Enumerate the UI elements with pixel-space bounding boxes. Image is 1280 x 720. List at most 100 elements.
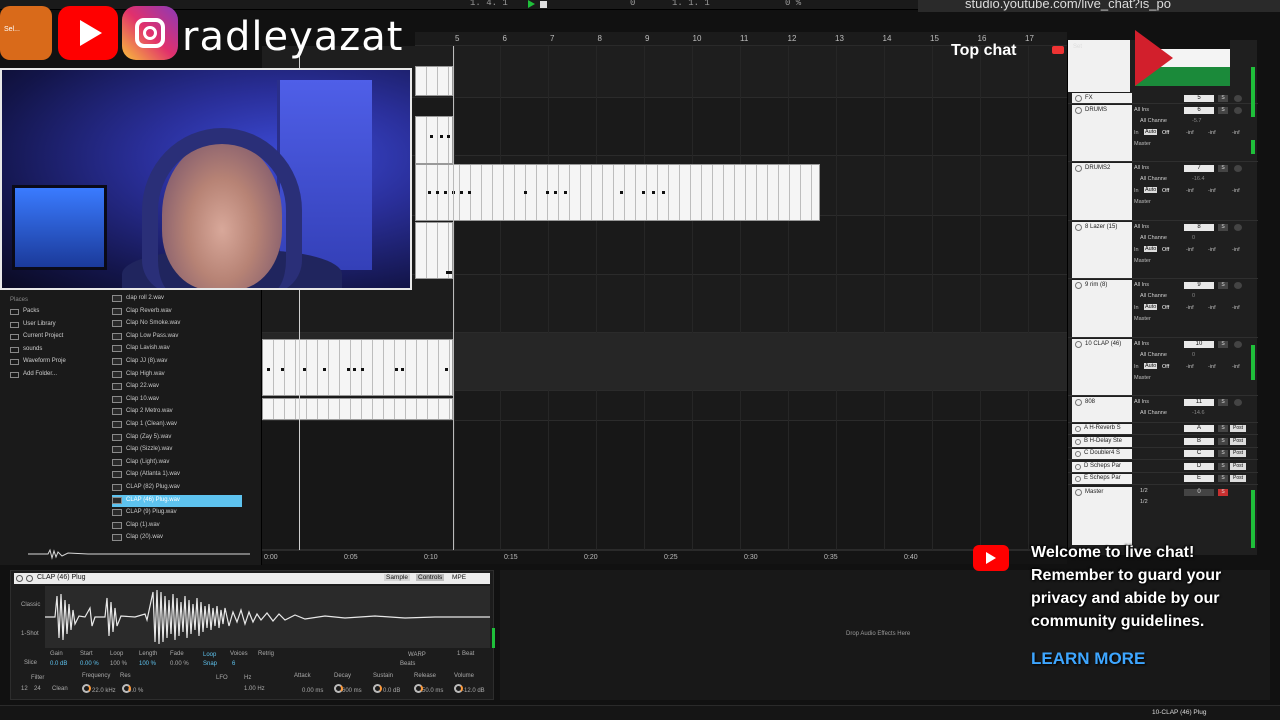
track-fold-icon[interactable] [1075, 451, 1081, 457]
track-fold-icon[interactable] [1075, 399, 1082, 406]
knob-icon[interactable] [414, 684, 423, 693]
voices-value[interactable]: 6 [232, 661, 235, 667]
mixer-track-row[interactable]: DRUMS2 7 S All Ins All Channe -16.4 In Auto Off -… [1068, 162, 1258, 221]
solo-button[interactable]: S [1218, 282, 1228, 289]
track-volume[interactable]: -14.6 [1192, 410, 1205, 416]
track-number[interactable]: 6 [1184, 107, 1214, 114]
loop-end-marker[interactable] [453, 46, 454, 550]
beat-value[interactable]: 1 Beat [457, 651, 474, 657]
solo-button[interactable]: S [1218, 224, 1228, 231]
track-fold-icon[interactable] [1075, 224, 1082, 231]
loop-value[interactable]: 100 % [110, 661, 127, 667]
solo-button[interactable]: S [1218, 399, 1228, 406]
knob-icon[interactable] [82, 684, 91, 693]
file-item[interactable]: CLAP (9) Plug.wav [112, 507, 242, 519]
return-letter[interactable]: D [1184, 462, 1214, 470]
mode-selector[interactable]: Classic [21, 602, 40, 608]
midi-clip-long[interactable] [415, 164, 820, 221]
track-number[interactable]: 5 [1184, 95, 1214, 102]
attack-value[interactable]: 0.00 ms [302, 688, 323, 694]
chat-menu-icon[interactable] [1052, 46, 1064, 54]
mixer-track-row[interactable]: 10 CLAP (46) 10 S All Ins All Channe 0 In Auto O… [1068, 338, 1258, 396]
monitor-auto[interactable]: Auto [1144, 187, 1158, 193]
return-track-row[interactable]: C Doubler4 S C S Post [1068, 448, 1258, 460]
gain-value[interactable]: 0.0 dB [50, 661, 67, 667]
file-item[interactable]: Clap 2 Metro.wav [112, 406, 242, 418]
file-item[interactable]: CLAP (82) Plug.wav [112, 482, 242, 494]
file-item[interactable]: Clap (20).wav [112, 532, 242, 544]
output-routing[interactable]: Master [1134, 316, 1151, 322]
arm-button[interactable] [1234, 282, 1242, 289]
track-fold-icon[interactable] [1075, 426, 1081, 432]
track-fold-icon[interactable] [1075, 489, 1082, 496]
file-item[interactable]: Clap Lavish.wav [112, 343, 242, 355]
return-track-row[interactable]: B H-Delay Ste B S Post [1068, 436, 1258, 448]
file-item[interactable]: Clap Reverb.wav [112, 306, 242, 318]
arm-button[interactable] [1234, 224, 1242, 231]
monitor-auto[interactable]: Auto [1144, 304, 1158, 310]
input-type[interactable]: All Ins [1134, 282, 1149, 288]
input-type[interactable]: All Ins [1134, 165, 1149, 171]
places-item[interactable]: Packs [10, 308, 39, 315]
midi-clip[interactable] [415, 116, 453, 164]
return-track-row[interactable]: A H-Reverb S A S Post [1068, 423, 1258, 435]
frequency-value[interactable]: 22.0 kHz [92, 688, 116, 694]
track-volume[interactable]: 0 [1192, 352, 1195, 358]
time-ruler[interactable]: 0:00 0:05 0:10 0:15 0:20 0:25 0:30 0:35 0:40 [262, 550, 1067, 564]
solo-button[interactable]: S [1218, 450, 1228, 457]
track-volume[interactable]: -5.7 [1192, 118, 1201, 124]
track-fold-icon[interactable] [1075, 438, 1081, 445]
master-input[interactable]: 1/2 [1140, 488, 1148, 494]
track-number[interactable]: 7 [1184, 165, 1214, 172]
sustain-value[interactable]: 0.0 dB [383, 688, 400, 694]
file-item[interactable]: Clap High.wav [112, 369, 242, 381]
tab-mpe[interactable]: MPE [452, 574, 466, 581]
file-item[interactable]: Clap 10.wav [112, 394, 242, 406]
length-value[interactable]: 100 % [139, 661, 156, 667]
track-name[interactable]: DRUMS [1072, 105, 1132, 161]
transport-position[interactable]: 1. 4. 1 [470, 0, 508, 8]
output-routing[interactable]: Master [1134, 375, 1151, 381]
track-name[interactable]: DRUMS2 [1072, 163, 1132, 220]
track-volume[interactable]: 0 [1192, 293, 1195, 299]
file-item[interactable]: Clap 22.wav [112, 381, 242, 393]
midi-clip-clap[interactable] [262, 339, 453, 396]
track-number[interactable]: 10 [1184, 341, 1214, 348]
post-button[interactable]: Post [1230, 462, 1246, 470]
input-type[interactable]: All Ins [1134, 341, 1149, 347]
decay-value[interactable]: 600 ms [342, 688, 362, 694]
monitor-off[interactable]: Off [1162, 305, 1169, 311]
preview-waveform[interactable] [28, 548, 250, 560]
lfo-hz-button[interactable]: Hz [244, 675, 251, 681]
master-solo[interactable]: S [1218, 489, 1228, 496]
track-fold-icon[interactable] [1075, 463, 1081, 470]
monitor-in[interactable]: In [1134, 364, 1139, 370]
solo-button[interactable]: S [1218, 425, 1228, 432]
file-item-selected[interactable]: CLAP (46) Plug.wav [112, 494, 242, 507]
places-item[interactable]: Add Folder... [10, 371, 57, 378]
post-button[interactable]: Post [1230, 437, 1246, 445]
track-fold-icon[interactable] [1075, 476, 1081, 482]
file-item[interactable]: Clap JJ (8).wav [112, 356, 242, 368]
input-channel[interactable]: All Channe [1140, 293, 1167, 299]
stop-icon[interactable] [540, 1, 547, 8]
monitor-auto[interactable]: Auto [1144, 246, 1158, 252]
arm-button[interactable] [1234, 95, 1242, 102]
track-number[interactable]: 11 [1184, 399, 1214, 406]
monitor-auto[interactable]: Auto [1144, 363, 1158, 369]
track-name[interactable]: 9 rim (8) [1072, 280, 1132, 337]
filter-toggle[interactable]: Filter [31, 675, 44, 681]
arm-button[interactable] [1234, 399, 1242, 406]
knob-icon[interactable] [122, 684, 131, 693]
retrig-label[interactable]: Retrig [258, 651, 274, 657]
track-fold-icon[interactable] [1075, 165, 1082, 172]
input-channel[interactable]: All Channe [1140, 410, 1167, 416]
file-item[interactable]: Clap (Zay 5).wav [112, 432, 242, 444]
master-track-row[interactable]: Master 1/2 1/2 0 S [1068, 486, 1258, 546]
solo-button[interactable]: S [1218, 165, 1228, 172]
solo-button[interactable]: S [1218, 437, 1228, 445]
master-input-2[interactable]: 1/2 [1140, 499, 1148, 505]
master-track-name[interactable]: Master [1072, 487, 1132, 545]
tab-sample[interactable]: Sample [384, 574, 411, 581]
fade-value[interactable]: 0.00 % [170, 661, 189, 667]
